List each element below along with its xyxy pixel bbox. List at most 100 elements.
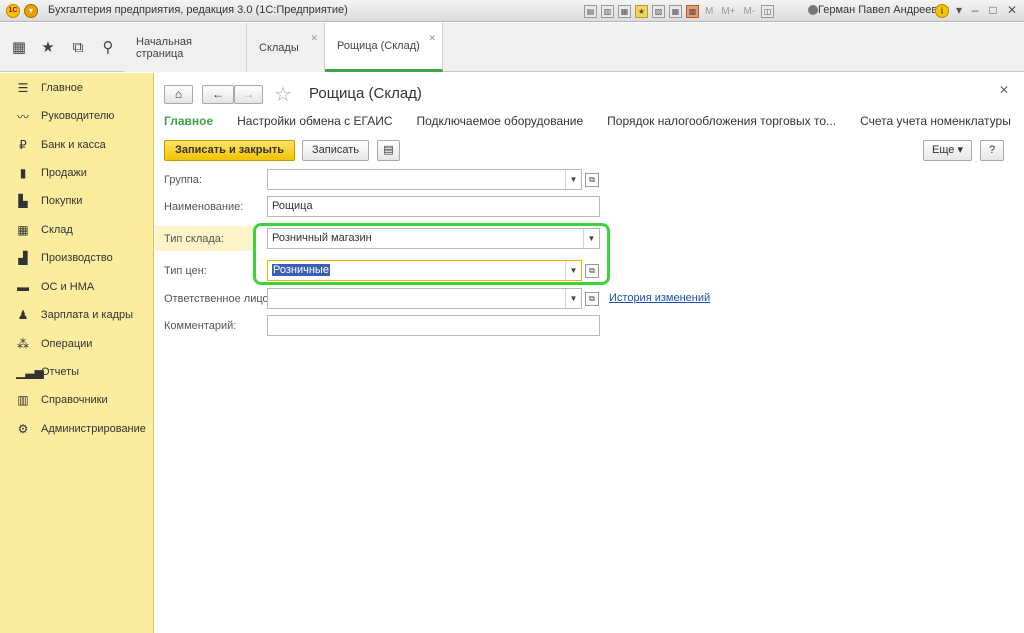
help-button[interactable]: ? [980, 140, 1004, 161]
memory-plus-button[interactable]: M+ [721, 6, 735, 17]
section-equipment[interactable]: Подключаемое оборудование [416, 114, 583, 128]
apps-grid-icon[interactable]: ▦ [11, 40, 27, 56]
sidebar-item-bank[interactable]: ₽ Банк и касса [0, 132, 154, 158]
open-responsible-icon[interactable]: ⧉ [585, 292, 599, 306]
comment-label: Комментарий: [164, 320, 237, 332]
calendar-icon[interactable]: ▩ [686, 4, 699, 18]
person-icon: ♟ [17, 308, 29, 322]
sidebar-item-reports[interactable]: ▁▃▅ Отчеты [0, 359, 154, 385]
chevron-down-icon[interactable]: ▼ [565, 289, 581, 308]
sidebar-item-payroll[interactable]: ♟ Зарплата и кадры [0, 302, 154, 328]
warehouse-type-label: Тип склада: [164, 233, 224, 245]
group-label: Группа: [164, 174, 202, 186]
sidebar-item-label: ОС и НМА [41, 281, 95, 293]
section-main[interactable]: Главное [164, 114, 213, 128]
close-window-button[interactable]: ✕ [1003, 2, 1021, 18]
comment-field[interactable] [267, 315, 600, 336]
menu-icon: ☰ [17, 81, 29, 95]
favorites-icon[interactable]: ★ [635, 4, 648, 18]
section-taxation[interactable]: Порядок налогообложения торговых то... [607, 114, 836, 128]
change-history-link[interactable]: История изменений [609, 292, 710, 304]
back-button[interactable]: ← [202, 85, 234, 104]
truck-icon: ▬ [17, 280, 29, 294]
form-area: ⌂ ← → ☆ Рощица (Склад) ✕ Главное Настрой… [155, 73, 1024, 633]
minimize-button[interactable]: – [966, 2, 984, 18]
ruble-icon: ₽ [19, 138, 27, 152]
tab-label: Склады [259, 41, 299, 54]
tab-close-icon[interactable]: ✕ [428, 33, 436, 44]
sidebar-item-production[interactable]: ▟ Производство [0, 245, 154, 271]
main-menu-icon[interactable]: ▾ [24, 4, 38, 18]
user-icon [808, 5, 818, 15]
print-preview-icon[interactable]: ▥ [601, 4, 614, 18]
window-title: Бухгалтерия предприятия, редакция 3.0 (1… [48, 4, 348, 16]
sidebar-item-label: Покупки [41, 195, 83, 207]
bar-chart-icon: ▁▃▅ [16, 365, 44, 379]
sidebar-item-label: Администрирование [41, 423, 146, 435]
name-value: Рощица [272, 200, 313, 212]
memory-button[interactable]: M [705, 6, 713, 17]
sidebar-item-label: Справочники [41, 394, 108, 406]
sidebar-item-label: Банк и касса [41, 139, 106, 151]
sidebar-item-manager[interactable]: 〰 Руководителю [0, 103, 154, 129]
current-user[interactable]: Герман Павел Андреевич [818, 4, 949, 16]
bag-icon: ▮ [19, 166, 27, 180]
sidebar-item-warehouse[interactable]: ▦ Склад [0, 217, 154, 243]
tab-home[interactable]: Начальная страница [124, 23, 247, 72]
responsible-field[interactable]: ▼ [267, 288, 582, 309]
factory-icon: ▟ [18, 251, 28, 265]
sidebar-item-main[interactable]: ☰ Главное [0, 75, 154, 101]
search-icon[interactable]: ⚲ [100, 40, 116, 56]
form-sections: Главное Настройки обмена с ЕГАИС Подключ… [164, 114, 1024, 128]
tab-warehouses[interactable]: Склады ✕ [247, 23, 325, 72]
document-icon[interactable]: ▦ [618, 4, 631, 18]
group-field[interactable]: ▼ [267, 169, 582, 190]
sidebar-item-fixed-assets[interactable]: ▬ ОС и НМА [0, 274, 154, 300]
name-field[interactable]: Рощица [267, 196, 600, 217]
responsible-label: Ответственное лицо: [164, 293, 272, 305]
sidebar-item-label: Главное [41, 82, 84, 94]
window-layout-icon[interactable]: ◫ [761, 4, 775, 18]
chevron-down-icon[interactable]: ▼ [565, 170, 581, 189]
save-button[interactable]: Записать [302, 140, 369, 161]
report-icon[interactable]: ▤ [377, 140, 400, 161]
open-tabs: Начальная страница Склады ✕ Рощица (Скла… [124, 23, 443, 72]
more-button[interactable]: Еще ▾ [923, 140, 972, 161]
print-icon[interactable]: ▤ [584, 4, 597, 18]
warehouse-icon: ▦ [17, 223, 29, 237]
favorites-star-icon[interactable]: ★ [40, 40, 56, 56]
history-icon[interactable]: ▧ [652, 4, 665, 18]
operations-icon: ⁂ [17, 337, 29, 351]
info-icon[interactable]: i [935, 4, 949, 18]
sidebar-item-administration[interactable]: ⚙ Администрирование [0, 416, 154, 442]
calculator-icon[interactable]: ▦ [669, 4, 682, 18]
sidebar-item-label: Операции [41, 338, 93, 350]
tab-label: Начальная страница [136, 35, 192, 60]
home-button[interactable]: ⌂ [164, 85, 193, 104]
price-type-label: Тип цен: [164, 265, 207, 277]
tab-close-icon[interactable]: ✕ [310, 33, 318, 44]
sections-sidebar: ☰ Главное 〰 Руководителю ₽ Банк и касса ▮ Пр… [0, 73, 154, 633]
section-accounts[interactable]: Счета учета номенклатуры [860, 114, 1011, 128]
close-form-icon[interactable]: ✕ [999, 83, 1009, 97]
open-group-icon[interactable]: ⧉ [585, 173, 599, 187]
tab-roshchitsa-warehouse[interactable]: Рощица (Склад) ✕ [325, 23, 443, 72]
name-label: Наименование: [164, 201, 244, 213]
sidebar-item-sales[interactable]: ▮ Продажи [0, 160, 154, 186]
forward-button[interactable]: → [234, 85, 263, 104]
favorite-star-icon[interactable]: ☆ [274, 82, 292, 107]
history-icon[interactable]: ⧉ [70, 40, 86, 56]
cart-icon: ▙ [18, 194, 28, 208]
save-and-close-button[interactable]: Записать и закрыть [164, 140, 295, 161]
sidebar-item-purchases[interactable]: ▙ Покупки [0, 188, 154, 214]
sidebar-item-catalogs[interactable]: ▥ Справочники [0, 387, 154, 413]
books-icon: ▥ [17, 393, 29, 407]
form-title: Рощица (Склад) [309, 85, 422, 102]
more-button-label: Еще [932, 144, 955, 156]
sidebar-item-label: Зарплата и кадры [41, 309, 134, 321]
sidebar-item-label: Продажи [41, 167, 87, 179]
section-egais[interactable]: Настройки обмена с ЕГАИС [237, 114, 392, 128]
sidebar-item-operations[interactable]: ⁂ Операции [0, 331, 154, 357]
memory-minus-button[interactable]: M- [744, 6, 756, 17]
maximize-button[interactable]: □ [984, 2, 1002, 18]
